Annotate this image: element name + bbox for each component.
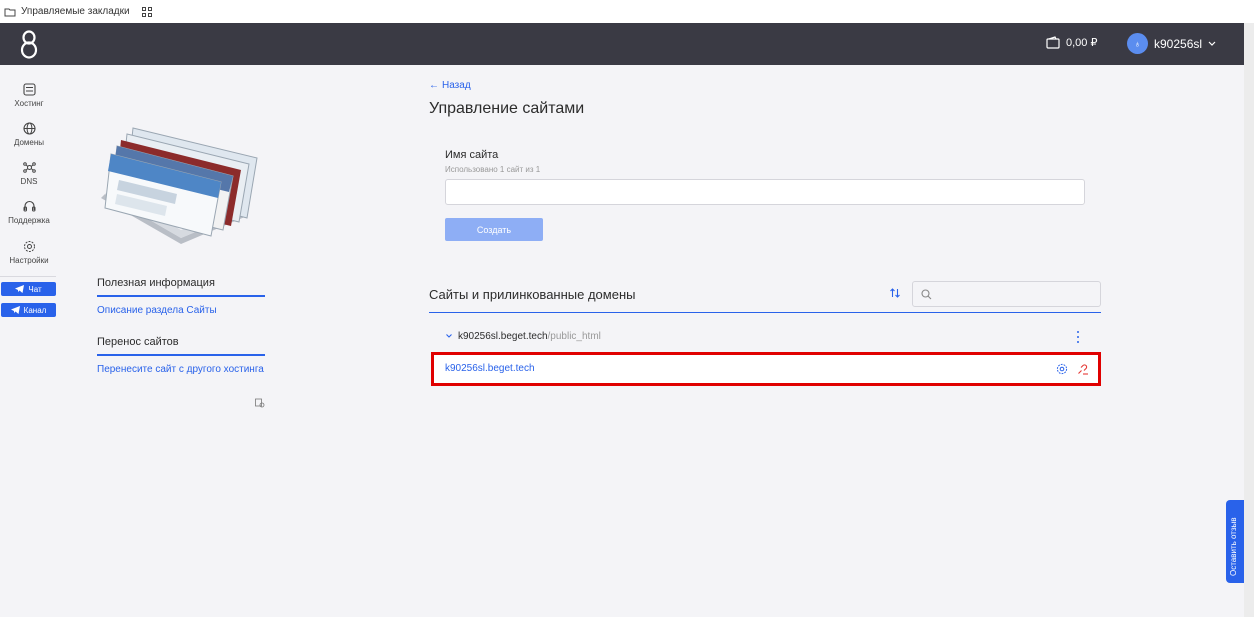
sidebar-item-domains[interactable]: Домены [0, 122, 58, 147]
sidebar-item-label: Хостинг [14, 99, 44, 108]
chat-button[interactable]: Чат [1, 282, 56, 296]
linked-domain-row: k90256sl.beget.tech [431, 352, 1101, 386]
telegram-icon [10, 306, 20, 314]
chevron-down-icon [1208, 41, 1216, 46]
sidebar-divider [0, 276, 56, 277]
transfer-link[interactable]: Перенесите сайт с другого хостинга [97, 364, 264, 375]
wallet-icon [1046, 36, 1060, 49]
sites-description-link[interactable]: Описание раздела Сайты [97, 305, 217, 316]
managed-bookmarks-label: Управляемые закладки [21, 6, 130, 17]
transfer-title: Перенос сайтов [97, 336, 179, 348]
managed-bookmarks[interactable]: Управляемые закладки [4, 6, 130, 17]
globe-icon [22, 122, 36, 135]
back-link-label: Назад [442, 80, 471, 91]
create-button[interactable]: Создать [445, 218, 543, 241]
avatar: ♁ [1127, 33, 1148, 54]
site-name-label: Имя сайта [445, 149, 499, 161]
top-header: 0,00 ₽ ♁ k90256sl [0, 23, 1244, 65]
sidebar-item-label: Домены [13, 138, 45, 147]
sites-search[interactable] [912, 281, 1101, 307]
bookmarks-bar: Управляемые закладки [0, 0, 1254, 23]
gear-icon[interactable] [1056, 363, 1068, 375]
balance-value: 0,00 ₽ [1066, 37, 1098, 49]
sidebar-item-support[interactable]: Поддержка [0, 200, 58, 225]
section-divider [429, 312, 1101, 313]
page-title: Управление сайтами [429, 100, 585, 117]
sidebar-item-settings[interactable]: Настройки [0, 240, 58, 265]
site-name: k90256sl.beget.tech [458, 331, 548, 342]
useful-info-title: Полезная информация [97, 277, 215, 289]
beget-logo-icon[interactable] [20, 29, 38, 59]
more-options-icon[interactable] [1076, 331, 1080, 343]
sidebar: Хостинг Домены DNS Поддержка Настройки Ч… [0, 65, 58, 617]
apps-grid-icon[interactable] [141, 6, 152, 17]
page-settings-icon[interactable] [255, 398, 265, 408]
feedback-tab-label: Оставить отзыв [1229, 517, 1238, 576]
sites-section-title: Сайты и прилинкованные домены [429, 287, 636, 302]
sidebar-item-label: Настройки [9, 256, 49, 265]
sites-illustration [101, 127, 258, 244]
username: k90256sl [1154, 36, 1203, 51]
site-quota-hint: Использовано 1 сайт из 1 [445, 165, 541, 174]
dns-icon [22, 162, 36, 173]
back-link[interactable]: ← Назад [429, 80, 471, 91]
unlink-icon[interactable] [1076, 363, 1089, 376]
site-group-name: k90256sl.beget.tech/public_html [458, 331, 601, 342]
site-name-input[interactable] [445, 179, 1085, 205]
sites-search-input[interactable] [935, 284, 1095, 304]
arrow-left-icon: ← [429, 80, 439, 91]
feedback-tab[interactable]: Оставить отзыв [1226, 500, 1244, 583]
page-scrollbar[interactable] [1244, 23, 1254, 617]
user-menu[interactable]: ♁ k90256sl [1127, 33, 1216, 54]
balance[interactable]: 0,00 ₽ [1046, 36, 1097, 49]
search-icon [921, 289, 932, 300]
domain-link[interactable]: k90256sl.beget.tech [445, 363, 535, 374]
site-path: /public_html [547, 331, 601, 342]
channel-button-label: Канал [23, 305, 47, 315]
chevron-down-icon[interactable] [445, 332, 453, 340]
site-group-row[interactable]: k90256sl.beget.tech/public_html [429, 329, 1101, 345]
sidebar-item-label: Поддержка [8, 216, 50, 225]
useful-info-underline [97, 295, 265, 297]
sidebar-item-hosting[interactable]: Хостинг [0, 83, 58, 108]
folder-icon [4, 8, 16, 16]
transfer-underline [97, 354, 265, 356]
gear-icon [23, 241, 35, 252]
telegram-icon [15, 285, 25, 293]
sort-icon[interactable] [889, 287, 901, 299]
support-icon [23, 200, 35, 212]
create-site-form: Имя сайта Использовано 1 сайт из 1 Созда… [429, 137, 1101, 249]
channel-button[interactable]: Канал [1, 303, 56, 317]
chat-button-label: Чат [28, 284, 42, 294]
sidebar-item-dns[interactable]: DNS [0, 161, 58, 186]
sidebar-item-label: DNS [20, 177, 38, 186]
hosting-icon [22, 83, 36, 96]
